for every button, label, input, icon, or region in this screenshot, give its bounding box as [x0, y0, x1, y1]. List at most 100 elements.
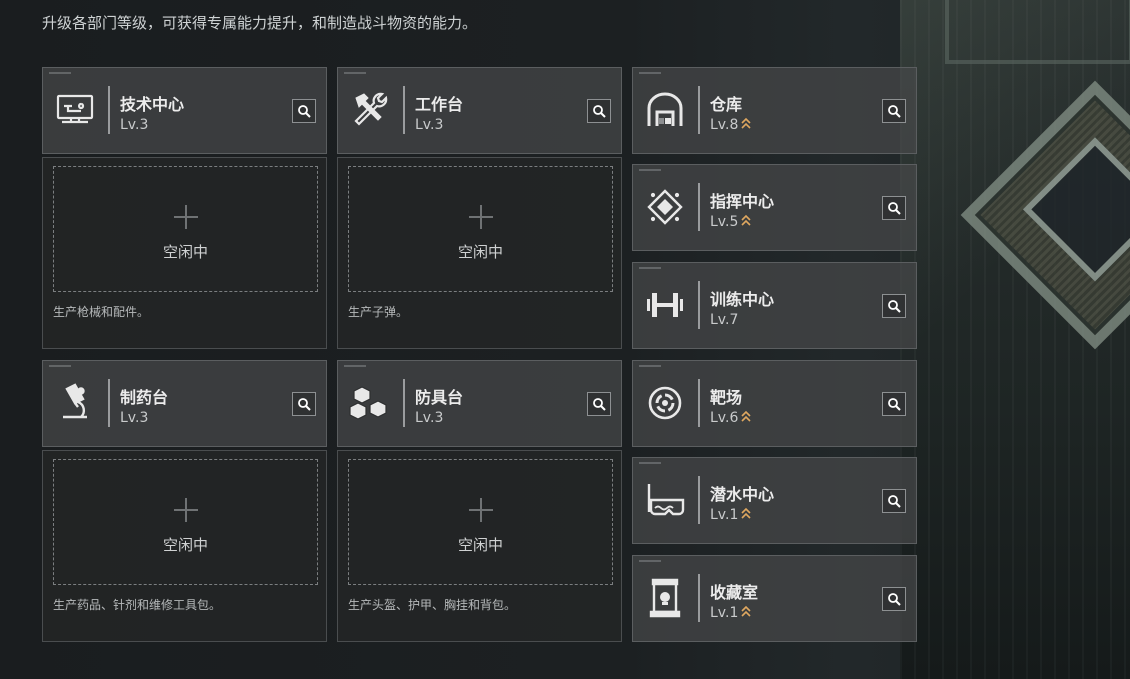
department-level: Lv.7	[710, 312, 739, 328]
card-decoration	[344, 365, 366, 367]
inspect-button[interactable]	[882, 587, 906, 611]
production-description: 生产枪械和配件。	[53, 305, 150, 319]
card-decoration	[639, 462, 661, 464]
background-rail	[945, 0, 1130, 64]
slot-status: 空闲中	[162, 536, 208, 554]
department-card-collection-room[interactable]: 收藏室 Lv.1	[632, 555, 917, 642]
department-name: 指挥中心	[710, 192, 775, 211]
inspect-button[interactable]	[882, 99, 906, 123]
upgrade-arrow-icon	[741, 214, 751, 226]
search-icon	[888, 105, 901, 118]
card-separator	[698, 281, 700, 329]
card-separator	[108, 86, 110, 134]
warehouse-icon	[643, 88, 687, 132]
production-panel-armor-bench: 空闲中 生产头盔、护甲、胸挂和背包。	[337, 450, 622, 642]
computer-icon	[53, 88, 97, 132]
search-icon	[593, 398, 606, 411]
department-card-shooting-range[interactable]: 靶场 Lv.6	[632, 360, 917, 447]
card-separator	[698, 476, 700, 524]
production-panel-pharmacy: 空闲中 生产药品、针剂和维修工具包。	[42, 450, 327, 642]
dumbbell-icon	[643, 283, 687, 327]
department-card-tech-center[interactable]: 技术中心 Lv.3	[42, 67, 327, 154]
card-separator	[403, 86, 405, 134]
production-slot[interactable]: 空闲中	[348, 166, 613, 292]
department-card-training-center[interactable]: 训练中心 Lv.7	[632, 262, 917, 349]
department-level: Lv.1	[710, 507, 751, 523]
department-name: 工作台	[415, 95, 464, 114]
department-name: 制药台	[120, 388, 169, 407]
department-card-armor-bench[interactable]: 防具台 Lv.3	[337, 360, 622, 447]
card-decoration	[639, 560, 661, 562]
production-slot[interactable]: 空闲中	[348, 459, 613, 585]
search-icon	[888, 202, 901, 215]
inspect-button[interactable]	[292, 99, 316, 123]
upgrade-arrow-icon	[741, 117, 751, 129]
department-card-command-center[interactable]: 指挥中心 Lv.5	[632, 164, 917, 251]
department-level: Lv.3	[415, 410, 444, 426]
department-name: 靶场	[710, 388, 743, 407]
card-separator	[698, 379, 700, 427]
card-separator	[108, 379, 110, 427]
inspect-button[interactable]	[587, 99, 611, 123]
search-icon	[298, 105, 311, 118]
department-level: Lv.3	[415, 117, 444, 133]
search-icon	[298, 398, 311, 411]
department-name: 训练中心	[710, 290, 775, 309]
production-description: 生产药品、针剂和维修工具包。	[53, 598, 222, 612]
search-icon	[888, 593, 901, 606]
search-icon	[888, 398, 901, 411]
department-card-diving-center[interactable]: 潜水中心 Lv.1	[632, 457, 917, 544]
inspect-button[interactable]	[882, 392, 906, 416]
microscope-icon	[53, 381, 97, 425]
department-name: 潜水中心	[710, 485, 775, 504]
slot-status: 空闲中	[457, 536, 503, 554]
plus-icon	[469, 205, 493, 229]
department-card-workbench[interactable]: 工作台 Lv.3	[337, 67, 622, 154]
card-decoration	[639, 72, 661, 74]
card-separator	[698, 183, 700, 231]
diving-mask-icon	[643, 478, 687, 522]
card-decoration	[639, 267, 661, 269]
search-icon	[593, 105, 606, 118]
inspect-button[interactable]	[882, 196, 906, 220]
production-slot[interactable]: 空闲中	[53, 166, 318, 292]
department-level: Lv.1	[710, 605, 751, 621]
card-decoration	[639, 169, 661, 171]
card-separator	[403, 379, 405, 427]
department-level: Lv.3	[120, 117, 149, 133]
card-decoration	[639, 365, 661, 367]
card-decoration	[344, 72, 366, 74]
armor-boxes-icon	[348, 381, 392, 425]
card-decoration	[49, 365, 71, 367]
plus-icon	[174, 498, 198, 522]
production-description: 生产头盔、护甲、胸挂和背包。	[348, 598, 517, 612]
search-icon	[888, 495, 901, 508]
inspect-button[interactable]	[587, 392, 611, 416]
inspect-button[interactable]	[882, 294, 906, 318]
slot-status: 空闲中	[162, 243, 208, 261]
department-level: Lv.6	[710, 410, 751, 426]
hammer-wrench-icon	[348, 88, 392, 132]
search-icon	[888, 300, 901, 313]
department-name: 防具台	[415, 388, 464, 407]
page-subtitle: 升级各部门等级，可获得专属能力提升，和制造战斗物资的能力。	[42, 14, 478, 32]
production-slot[interactable]: 空闲中	[53, 459, 318, 585]
production-panel-tech-center: 空闲中 生产枪械和配件。	[42, 157, 327, 349]
department-level: Lv.5	[710, 214, 751, 230]
target-icon	[643, 381, 687, 425]
upgrade-arrow-icon	[741, 507, 751, 519]
inspect-button[interactable]	[292, 392, 316, 416]
department-card-pharmacy[interactable]: 制药台 Lv.3	[42, 360, 327, 447]
production-description: 生产子弹。	[348, 305, 409, 319]
department-level: Lv.8	[710, 117, 751, 133]
display-case-icon	[643, 576, 687, 620]
card-separator	[698, 574, 700, 622]
upgrade-arrow-icon	[741, 605, 751, 617]
production-panel-workbench: 空闲中 生产子弹。	[337, 157, 622, 349]
department-card-warehouse[interactable]: 仓库 Lv.8	[632, 67, 917, 154]
plus-icon	[469, 498, 493, 522]
slot-status: 空闲中	[457, 243, 503, 261]
plus-icon	[174, 205, 198, 229]
inspect-button[interactable]	[882, 489, 906, 513]
department-name: 技术中心	[120, 95, 185, 114]
